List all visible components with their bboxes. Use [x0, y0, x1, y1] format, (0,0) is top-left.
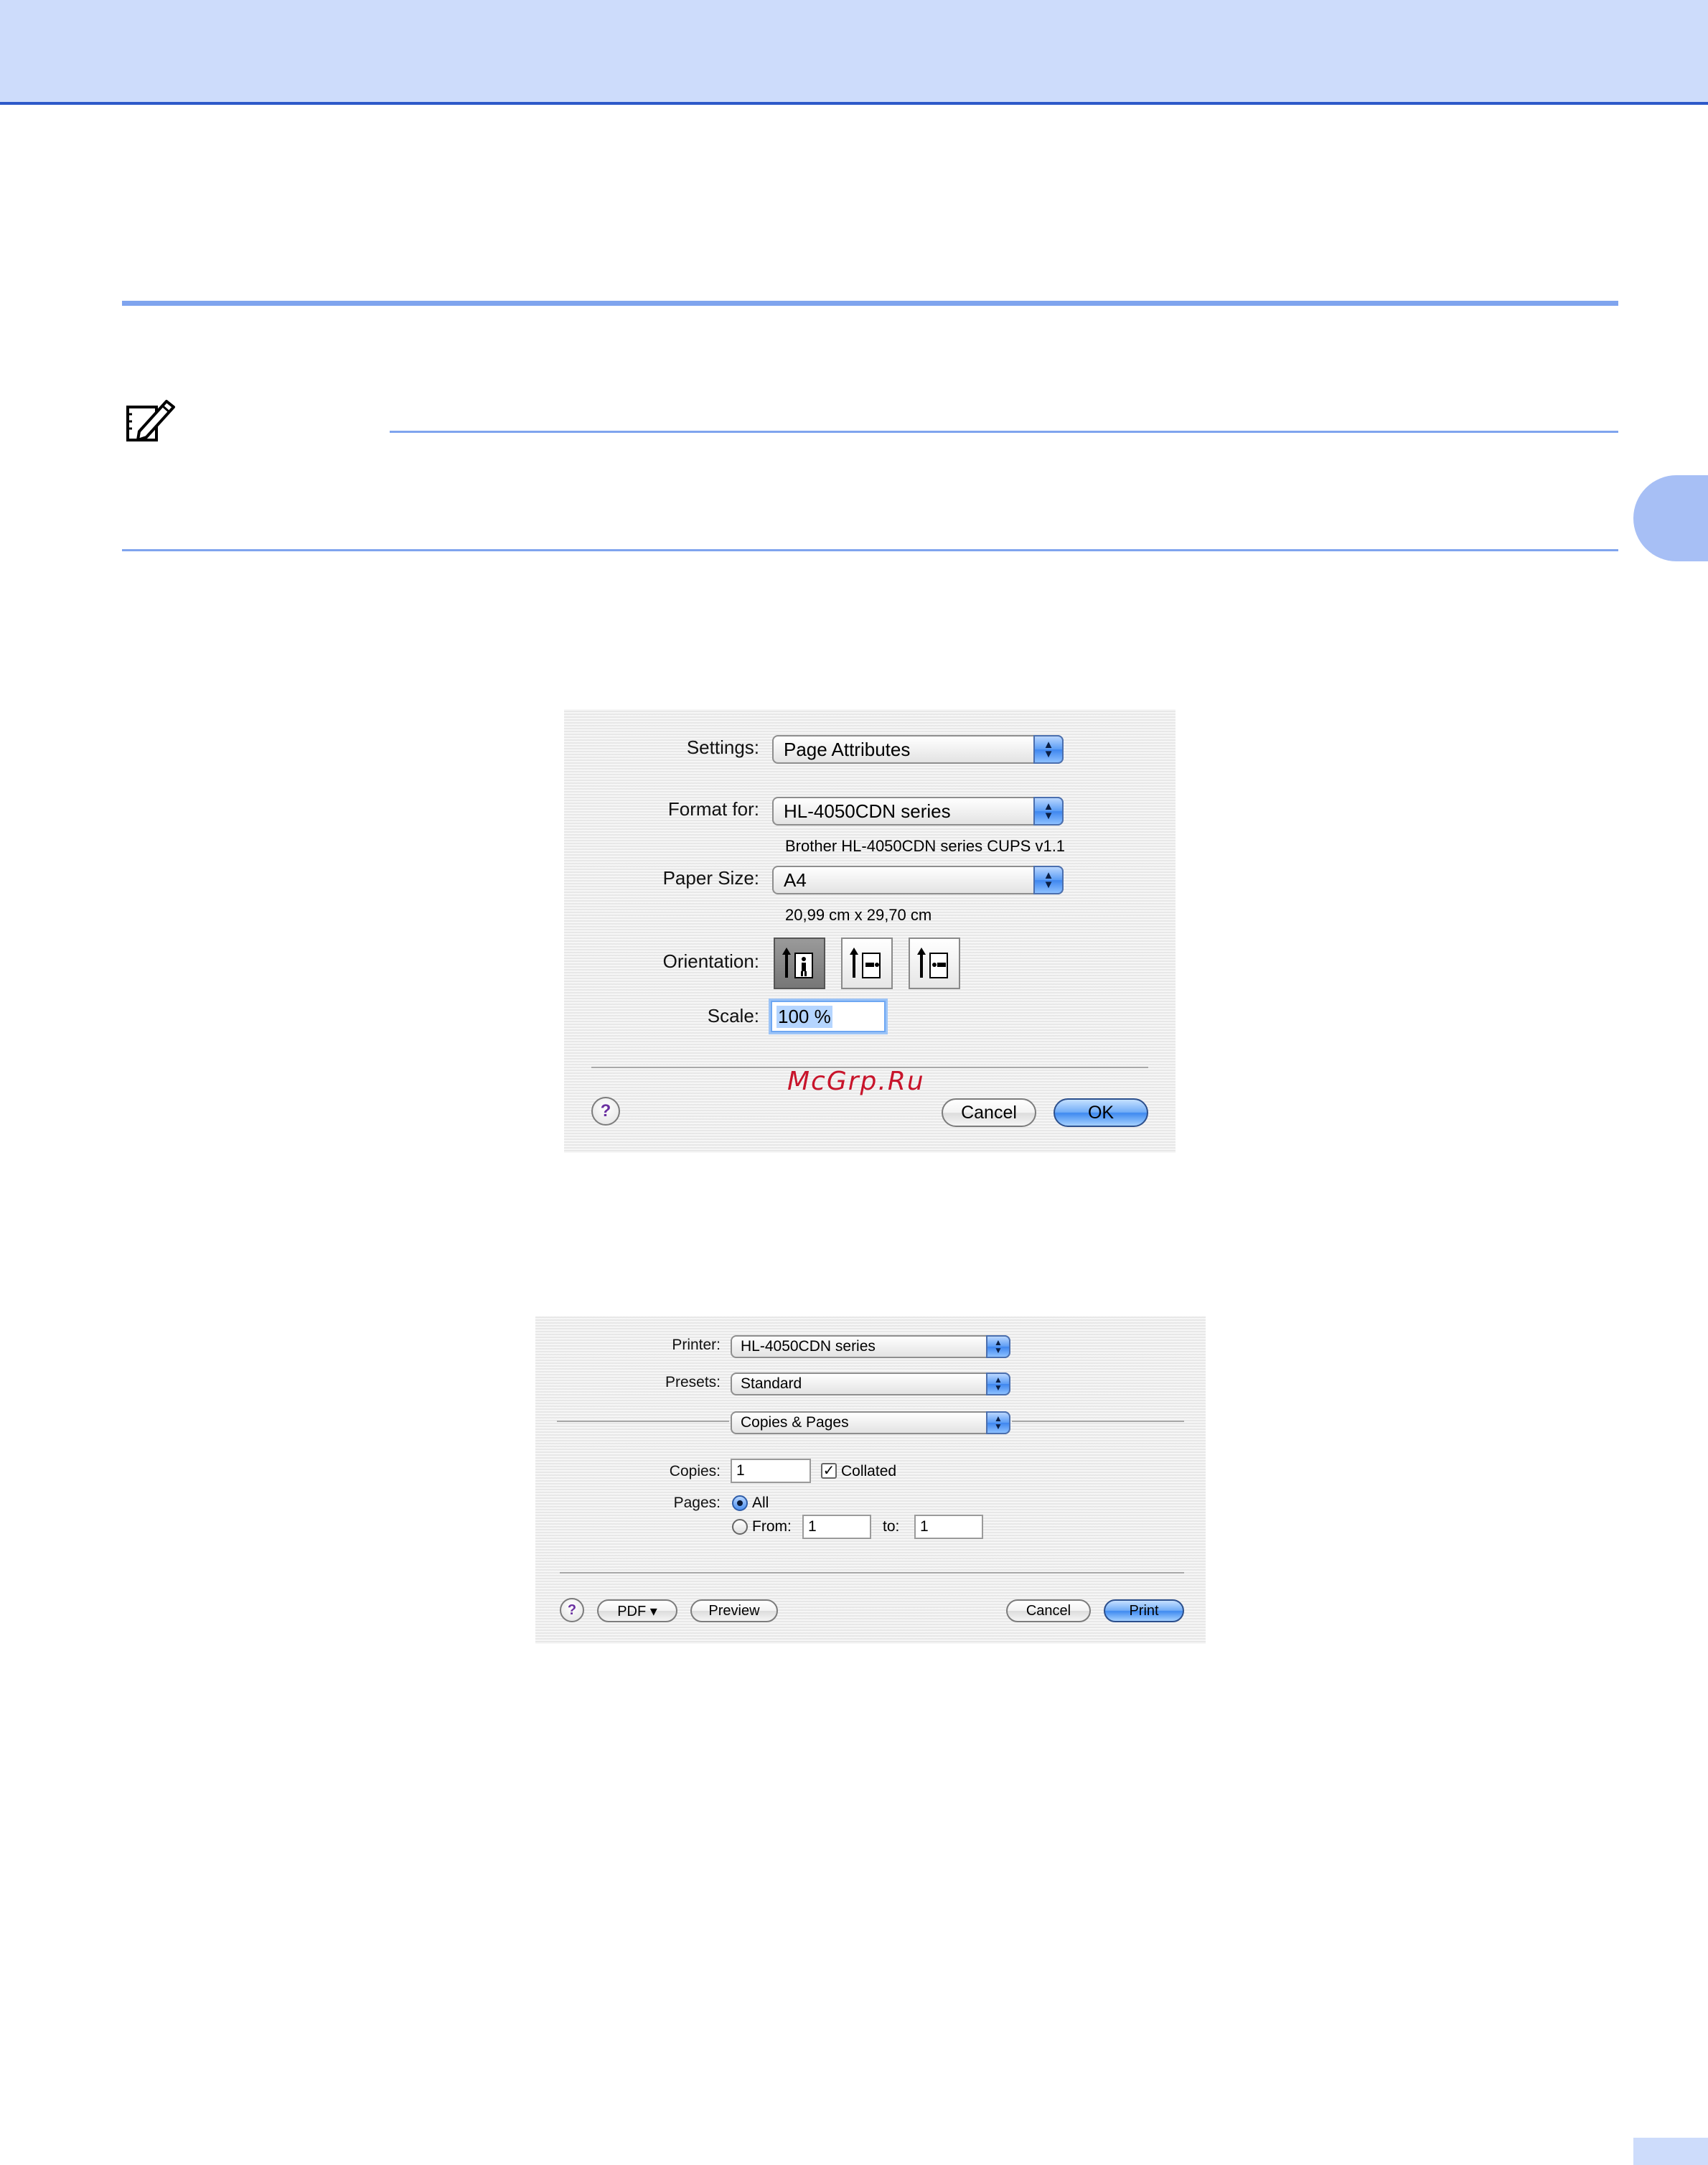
scale-value: 100 %	[776, 1005, 832, 1028]
pages-from-label: From:	[752, 1518, 792, 1535]
panel-separator-right	[1012, 1421, 1184, 1422]
cancel-button[interactable]: Cancel	[1006, 1599, 1091, 1622]
portrait-icon	[782, 948, 813, 978]
printer-description: Brother HL-4050CDN series CUPS v1.1	[785, 837, 1066, 855]
orientation-label: Orientation:	[662, 950, 759, 972]
scale-input[interactable]: 100 %	[771, 1001, 886, 1032]
popup-arrows-icon: ▲ ▼	[986, 1411, 1010, 1434]
orientation-landscape-button[interactable]	[841, 937, 893, 989]
printer-value: HL-4050CDN series	[741, 1338, 876, 1355]
pages-all-label: All	[752, 1495, 769, 1511]
collated-checkbox[interactable]: ✓	[821, 1463, 837, 1479]
format-for-value: HL-4050CDN series	[784, 800, 951, 822]
collated-label: Collated	[841, 1463, 897, 1479]
scale-label: Scale:	[707, 1005, 759, 1027]
presets-label: Presets:	[665, 1374, 721, 1390]
pages-from-radio[interactable]	[732, 1519, 748, 1535]
settings-popup[interactable]: Page Attributes ▲ ▼	[772, 735, 1064, 764]
panel-separator-left	[557, 1421, 729, 1422]
paper-size-label: Paper Size:	[662, 867, 759, 889]
to-page-input[interactable]: 1	[914, 1515, 983, 1539]
printer-popup[interactable]: HL-4050CDN series ▲ ▼	[731, 1335, 1010, 1358]
popup-arrows-icon: ▲ ▼	[1033, 797, 1064, 826]
printer-label: Printer:	[672, 1337, 721, 1353]
orientation-reverse-landscape-button[interactable]	[909, 937, 960, 989]
note-divider-bottom	[122, 549, 1618, 551]
from-page-value: 1	[808, 1518, 817, 1535]
dialog-separator	[560, 1572, 1184, 1574]
help-button[interactable]: ?	[560, 1598, 584, 1622]
preview-button[interactable]: Preview	[690, 1599, 778, 1622]
section-divider	[122, 301, 1618, 306]
paper-dimensions: 20,99 cm x 29,70 cm	[785, 906, 932, 924]
popup-arrows-icon: ▲ ▼	[986, 1335, 1010, 1358]
pdf-menu-button[interactable]: PDF ▾	[597, 1599, 677, 1622]
from-page-input[interactable]: 1	[802, 1515, 871, 1539]
print-button[interactable]: Print	[1104, 1599, 1184, 1622]
to-page-value: 1	[920, 1518, 929, 1535]
popup-arrows-icon: ▲ ▼	[986, 1373, 1010, 1395]
copies-label: Copies:	[669, 1463, 721, 1479]
help-button[interactable]: ?	[591, 1097, 620, 1126]
landscape-icon	[850, 948, 881, 978]
watermark-text: McGrp.Ru	[787, 1067, 925, 1096]
popup-arrows-icon: ▲ ▼	[1033, 735, 1064, 764]
paper-size-value: A4	[784, 869, 807, 891]
cancel-button[interactable]: Cancel	[942, 1098, 1036, 1127]
pages-all-radio[interactable]	[732, 1495, 748, 1511]
chapter-tab	[1633, 475, 1708, 561]
reverse-landscape-icon	[917, 948, 948, 978]
settings-value: Page Attributes	[784, 738, 911, 760]
panel-popup[interactable]: Copies & Pages ▲ ▼	[731, 1411, 1010, 1434]
paper-size-popup[interactable]: A4 ▲ ▼	[772, 866, 1064, 894]
note-divider-top	[390, 431, 1618, 433]
panel-value: Copies & Pages	[741, 1414, 849, 1431]
note-pencil-icon	[123, 397, 177, 444]
orientation-portrait-button[interactable]	[774, 937, 825, 989]
format-for-label: Format for:	[667, 798, 759, 820]
print-dialog: Printer: HL-4050CDN series ▲ ▼ Presets: S…	[535, 1317, 1206, 1644]
copies-input[interactable]: 1	[731, 1459, 811, 1483]
presets-value: Standard	[741, 1375, 802, 1392]
header-banner	[0, 0, 1708, 105]
pages-label: Pages:	[673, 1495, 721, 1511]
settings-label: Settings:	[686, 737, 759, 758]
format-for-popup[interactable]: HL-4050CDN series ▲ ▼	[772, 797, 1064, 826]
copies-value: 1	[736, 1462, 745, 1479]
popup-arrows-icon: ▲ ▼	[1033, 866, 1064, 894]
pages-to-label: to:	[883, 1518, 900, 1535]
page-number-tab	[1633, 2138, 1708, 2165]
presets-popup[interactable]: Standard ▲ ▼	[731, 1373, 1010, 1395]
ok-button[interactable]: OK	[1054, 1098, 1148, 1127]
